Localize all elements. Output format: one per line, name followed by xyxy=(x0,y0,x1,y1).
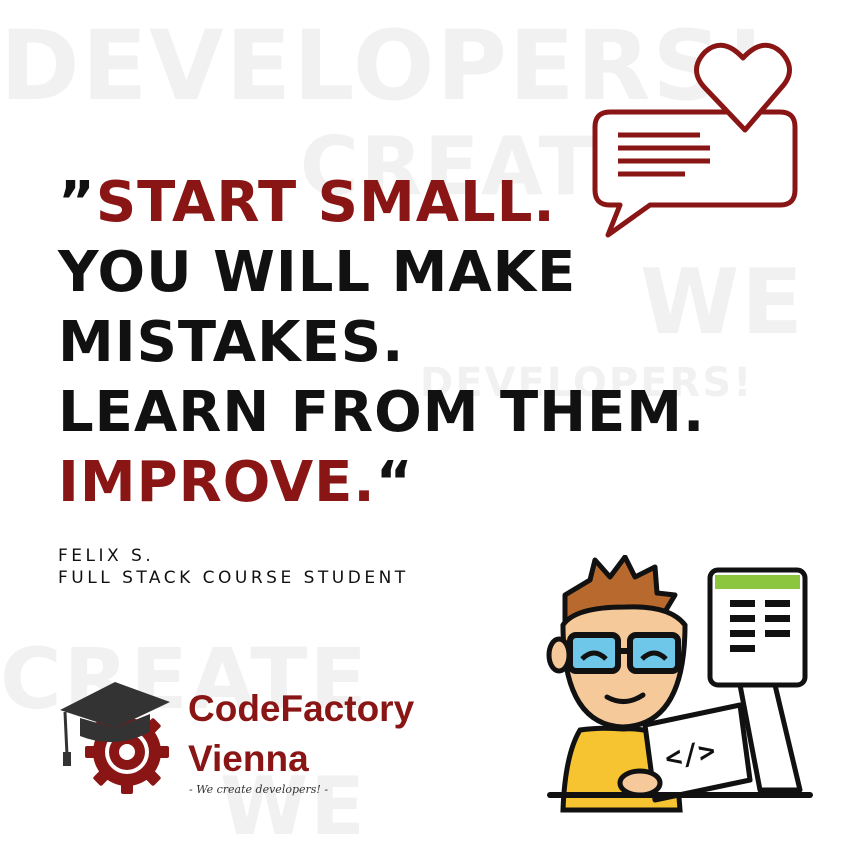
graduation-gear-logo-icon xyxy=(60,682,170,794)
quote-line-2: YOU WILL MAKE xyxy=(58,240,577,305)
author-block: FELIX S. FULL STACK COURSE STUDENT xyxy=(58,545,409,589)
quote-open-mark: ” xyxy=(58,170,96,235)
author-title: FULL STACK COURSE STUDENT xyxy=(58,568,409,588)
quote-text: ”START SMALL. YOU WILL MAKE MISTAKES. LE… xyxy=(58,168,705,518)
brand-tagline: - We create developers! - xyxy=(189,783,329,796)
quote-close-mark: “ xyxy=(375,450,414,515)
brand-line-2: Vienna xyxy=(188,738,309,779)
brand-name: CodeFactory Vienna xyxy=(188,684,414,784)
quote-line-4: LEARN FROM THEM. xyxy=(58,380,706,445)
quote-line-3: MISTAKES. xyxy=(58,310,405,375)
developer-illustration: </> xyxy=(546,555,813,813)
quote-line-1: START SMALL. xyxy=(95,170,556,235)
author-name: FELIX S. xyxy=(58,546,155,566)
quote-line-5: IMPROVE. xyxy=(58,450,376,515)
brand-line-1: CodeFactory xyxy=(188,688,415,729)
